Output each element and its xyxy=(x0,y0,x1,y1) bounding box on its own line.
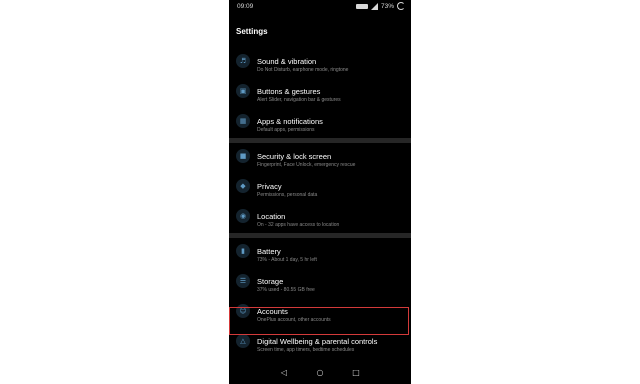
status-bar: 09:09 73% xyxy=(229,0,411,14)
settings-item-battery[interactable]: ▮ Battery 73% - About 1 day, 5 hr left xyxy=(229,238,411,268)
item-title: Accounts xyxy=(257,307,288,316)
navigation-bar: ◁ ○ □ xyxy=(229,362,411,384)
gesture-icon: ▣ xyxy=(236,84,250,98)
lock-icon: ■ xyxy=(236,149,250,163)
location-pin-icon: ◉ xyxy=(236,209,250,223)
nfc-icon xyxy=(355,3,368,9)
recents-icon[interactable]: □ xyxy=(351,368,361,378)
item-subtitle: On - 32 apps have access to location xyxy=(257,222,340,228)
settings-list: ♬ Sound & vibration Do Not Disturb, earp… xyxy=(229,48,411,358)
account-icon: ☺ xyxy=(236,304,250,318)
status-icons: 73% xyxy=(355,2,405,10)
item-title: Apps & notifications xyxy=(257,117,323,126)
item-subtitle: Alert Slider, navigation bar & gestures xyxy=(257,97,341,103)
wellbeing-icon: △ xyxy=(236,334,250,348)
item-subtitle: Fingerprint, Face Unlock, emergency resc… xyxy=(257,162,356,168)
settings-item-digital-wellbeing[interactable]: △ Digital Wellbeing & parental controls … xyxy=(229,328,411,358)
settings-item-apps-notifications[interactable]: ▦ Apps & notifications Default apps, per… xyxy=(229,108,411,138)
back-icon[interactable]: ◁ xyxy=(279,368,289,378)
phone-screen: 09:09 73% Settings ♬ Sound & vibration D… xyxy=(229,0,411,384)
home-icon[interactable]: ○ xyxy=(315,368,325,378)
signal-icon xyxy=(370,2,378,10)
apps-grid-icon: ▦ xyxy=(236,114,250,128)
battery-icon: ▮ xyxy=(236,244,250,258)
item-title: Location xyxy=(257,212,286,221)
shield-icon: ◆ xyxy=(236,179,250,193)
item-subtitle: 73% - About 1 day, 5 hr left xyxy=(257,257,317,263)
settings-item-storage[interactable]: ☰ Storage 37% used - 80.55 GB free xyxy=(229,268,411,298)
settings-item-location[interactable]: ◉ Location On - 32 apps have access to l… xyxy=(229,203,411,233)
storage-icon: ☰ xyxy=(236,274,250,288)
speaker-icon: ♬ xyxy=(236,54,250,68)
settings-item-privacy[interactable]: ◆ Privacy Permissions, personal data xyxy=(229,173,411,203)
item-title: Digital Wellbeing & parental controls xyxy=(257,337,378,346)
settings-item-buttons-gestures[interactable]: ▣ Buttons & gestures Alert Slider, navig… xyxy=(229,78,411,108)
settings-item-accounts[interactable]: ☺ Accounts OnePlus account, other accoun… xyxy=(229,298,411,328)
battery-status-icon xyxy=(397,2,405,10)
settings-item-sound-vibration[interactable]: ♬ Sound & vibration Do Not Disturb, earp… xyxy=(229,48,411,78)
page-title: Settings xyxy=(236,27,268,36)
item-subtitle: 37% used - 80.55 GB free xyxy=(257,287,315,293)
status-time: 09:09 xyxy=(237,3,254,10)
item-subtitle: OnePlus account, other accounts xyxy=(257,317,331,323)
item-title: Privacy xyxy=(257,182,282,191)
item-subtitle: Screen time, app timers, bedtime schedul… xyxy=(257,347,355,353)
item-title: Buttons & gestures xyxy=(257,87,321,96)
item-subtitle: Default apps, permissions xyxy=(257,127,315,133)
item-subtitle: Permissions, personal data xyxy=(257,192,318,198)
settings-item-security-lock-screen[interactable]: ■ Security & lock screen Fingerprint, Fa… xyxy=(229,143,411,173)
item-title: Storage xyxy=(257,277,284,286)
item-subtitle: Do Not Disturb, earphone mode, ringtone xyxy=(257,67,349,73)
battery-percentage: 73% xyxy=(380,2,394,10)
item-title: Battery xyxy=(257,247,281,256)
item-title: Sound & vibration xyxy=(257,57,317,66)
item-title: Security & lock screen xyxy=(257,152,332,161)
